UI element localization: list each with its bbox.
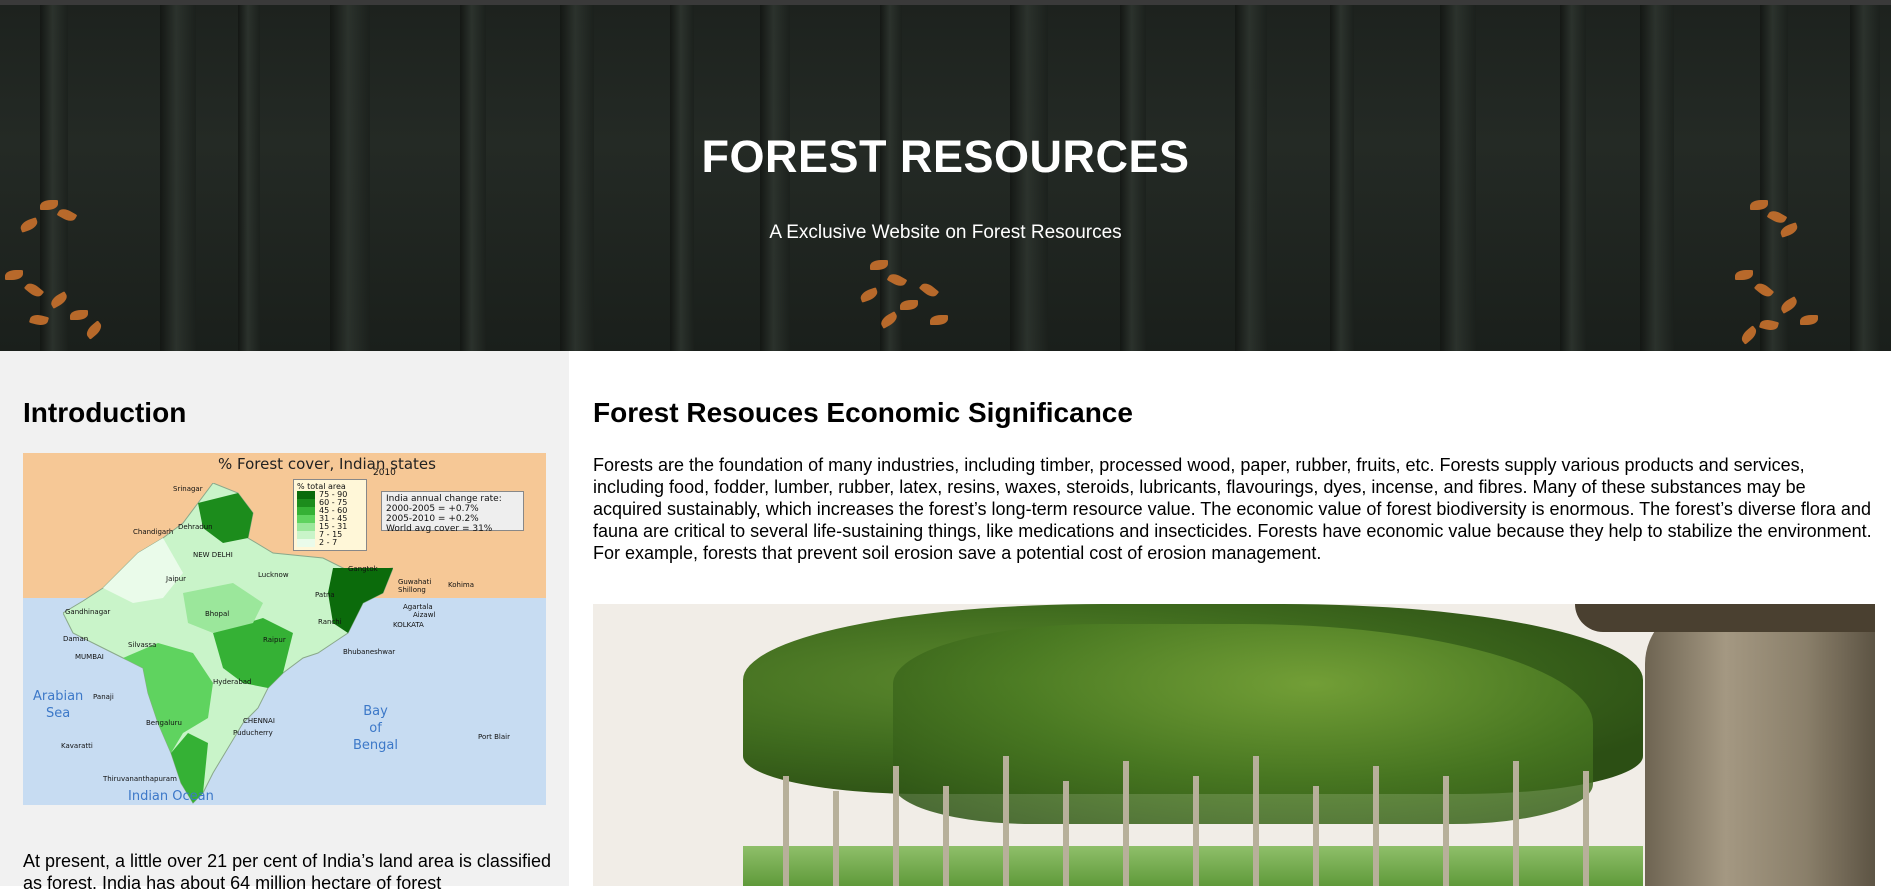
map-city-label: Bengaluru bbox=[146, 719, 182, 727]
arabian-sea-label: Arabian Sea bbox=[33, 689, 84, 721]
site-title: FOREST RESOURCES bbox=[701, 131, 1190, 182]
introduction-paragraph: At present, a little over 21 per cent of… bbox=[23, 851, 551, 893]
legend-swatch bbox=[297, 531, 315, 539]
legend-swatch bbox=[297, 491, 315, 499]
photo-large-tree-trunk bbox=[1645, 604, 1875, 886]
legend-swatch bbox=[297, 539, 315, 547]
map-city-label: Daman bbox=[63, 635, 89, 643]
map-city-label: Ranchi bbox=[318, 618, 342, 626]
legend-swatch bbox=[297, 515, 315, 523]
economic-significance-paragraph: Forests are the foundation of many indus… bbox=[593, 455, 1872, 563]
legend-swatch bbox=[297, 523, 315, 531]
map-city-label: Kohima bbox=[448, 581, 475, 589]
map-city-label: Srinagar bbox=[173, 485, 203, 493]
forest-plantation-photo bbox=[593, 604, 1875, 886]
map-city-label: Thiruvananthapuram bbox=[103, 775, 177, 783]
map-city-label: Silvassa bbox=[128, 641, 157, 649]
rate-line: 2000-2005 = +0.7% bbox=[386, 504, 479, 514]
map-city-label: Kavaratti bbox=[61, 742, 93, 750]
bay-of-bengal-label: Bay of Bengal bbox=[353, 704, 398, 753]
map-city-label: NEW DELHI bbox=[193, 551, 233, 559]
map-city-label: Gandhinagar bbox=[65, 608, 111, 616]
map-city-label: Hyderabad bbox=[213, 678, 252, 686]
map-city-label: Bhopal bbox=[205, 610, 230, 618]
introduction-heading: Introduction bbox=[23, 397, 187, 428]
map-city-label: Patna bbox=[315, 591, 335, 599]
site-subtitle: A Exclusive Website on Forest Resources bbox=[769, 222, 1122, 243]
legend-label: 2 - 7 bbox=[319, 538, 338, 547]
map-legend: % total area 75 - 90 60 - 75 45 - 60 31 … bbox=[293, 479, 367, 551]
legend-swatch bbox=[297, 499, 315, 507]
photo-large-tree-branch bbox=[1575, 604, 1875, 632]
map-city-label: Lucknow bbox=[258, 571, 289, 579]
map-city-label: Raipur bbox=[263, 636, 286, 644]
map-city-label: Gangtok bbox=[348, 565, 378, 573]
map-city-label: Puducherry bbox=[233, 729, 273, 737]
map-city-label: Shillong bbox=[398, 586, 426, 594]
map-city-label: KOLKATA bbox=[393, 621, 424, 629]
sidebar-column: Introduction % Forest cover, Indian stat… bbox=[0, 351, 569, 893]
map-city-label: Bhubaneshwar bbox=[343, 648, 396, 656]
map-city-label: Jaipur bbox=[166, 575, 187, 583]
india-forest-cover-map: % Forest cover, Indian states % total ar… bbox=[23, 453, 546, 805]
indian-ocean-label: Indian Ocean bbox=[128, 789, 214, 804]
map-city-label: Chandigarh bbox=[133, 528, 174, 536]
rate-line: World avg cover = 31% bbox=[386, 524, 493, 534]
hero-banner: FOREST RESOURCES A Exclusive Website on … bbox=[0, 5, 1891, 351]
map-city-label: Aizawl bbox=[413, 611, 436, 619]
map-city-label: MUMBAI bbox=[75, 653, 104, 661]
map-legend-year: 2010 bbox=[373, 468, 396, 478]
main-content: Forest Resouces Economic Significance Fo… bbox=[569, 351, 1891, 886]
map-city-label: Port Blair bbox=[478, 733, 510, 741]
map-city-label: CHENNAI bbox=[243, 717, 275, 725]
rate-line: India annual change rate: bbox=[386, 494, 502, 504]
map-city-label: Dehradun bbox=[178, 523, 213, 531]
rate-line: 2005-2010 = +0.2% bbox=[386, 514, 479, 524]
map-change-rate-box: India annual change rate: 2000-2005 = +0… bbox=[381, 491, 524, 534]
photo-canopy-highlight bbox=[893, 624, 1593, 824]
legend-swatch bbox=[297, 507, 315, 515]
map-city-label: Panaji bbox=[93, 693, 114, 701]
map-city-label: Guwahati bbox=[398, 578, 432, 586]
map-city-label: Agartala bbox=[403, 603, 433, 611]
economic-significance-heading: Forest Resouces Economic Significance bbox=[593, 397, 1133, 428]
map-title: % Forest cover, Indian states bbox=[218, 455, 436, 473]
